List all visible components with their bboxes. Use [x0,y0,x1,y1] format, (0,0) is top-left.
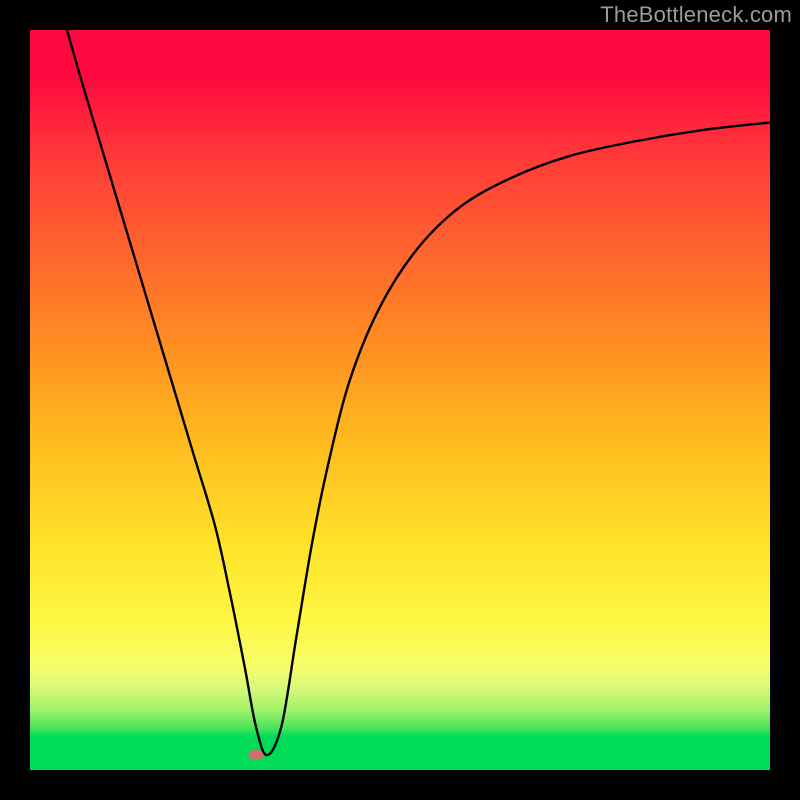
curve-layer [30,30,770,770]
bottleneck-curve-path [67,30,770,755]
chart-stage: TheBottleneck.com [0,0,800,800]
watermark-text: TheBottleneck.com [600,2,792,28]
plot-area [30,30,770,770]
minimum-marker [248,750,263,760]
